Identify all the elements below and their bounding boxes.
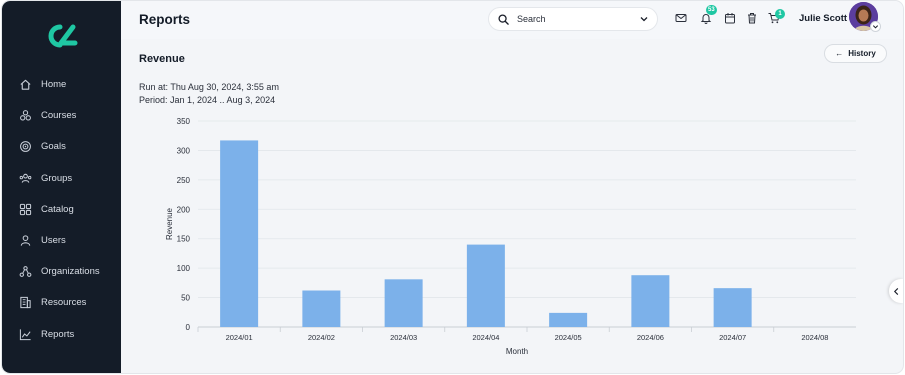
x-tick-label: 2024/07 — [719, 333, 746, 342]
sidebar-item-users[interactable]: Users — [2, 225, 121, 256]
app-window: Home Courses Goals Groups Catalog Users … — [2, 1, 903, 373]
sidebar-item-catalog[interactable]: Catalog — [2, 194, 121, 225]
x-tick-label: 2024/03 — [390, 333, 417, 342]
sidebar: Home Courses Goals Groups Catalog Users … — [2, 1, 121, 373]
grid-icon — [19, 203, 32, 216]
search-icon — [498, 13, 509, 25]
y-tick-label: 150 — [177, 235, 191, 244]
y-tick-label: 100 — [177, 264, 191, 273]
y-tick-label: 300 — [177, 146, 191, 155]
chart-bar — [713, 288, 752, 327]
sidebar-item-organizations[interactable]: Organizations — [2, 256, 121, 287]
x-tick-label: 2024/02 — [308, 333, 335, 342]
sidebar-nav: Home Courses Goals Groups Catalog Users … — [2, 69, 121, 350]
x-tick-label: 2024/06 — [637, 333, 664, 342]
y-tick-label: 200 — [177, 205, 191, 214]
history-button[interactable]: ← History — [824, 44, 887, 63]
arrow-left-icon: ← — [835, 49, 844, 58]
search-input[interactable] — [517, 14, 627, 24]
users-group-icon — [19, 172, 32, 185]
x-axis-label: Month — [506, 347, 528, 356]
revenue-bar-chart: 0 50 100 150 200 250 300 350 2024/01 2024/02 2024/… — [165, 117, 856, 356]
cart-badge: 1 — [775, 9, 785, 19]
courses-icon — [19, 109, 32, 122]
chevron-down-icon[interactable] — [639, 14, 649, 24]
y-tick-label: 250 — [177, 176, 191, 185]
sidebar-item-label: Groups — [41, 172, 73, 184]
brand-logo[interactable] — [45, 23, 79, 49]
chevron-left-icon — [893, 287, 898, 295]
x-tick-label: 2024/01 — [226, 333, 253, 342]
notifications-badge: 53 — [706, 5, 717, 15]
org-icon — [19, 265, 32, 278]
chart-bar — [384, 279, 423, 327]
period-text: Period: Jan 1, 2024 .. Aug 3, 2024 — [139, 95, 276, 105]
report-title: Revenue — [139, 53, 185, 65]
mail-icon[interactable] — [675, 12, 687, 24]
panel-collapse-toggle[interactable] — [889, 279, 903, 303]
chart-bar — [302, 290, 341, 327]
y-tick-label: 350 — [177, 117, 191, 126]
page-title: Reports — [139, 12, 191, 27]
chevron-down-icon[interactable] — [870, 21, 881, 32]
history-button-label: History — [848, 49, 876, 58]
chart-line-icon — [19, 328, 32, 341]
home-icon — [19, 78, 32, 91]
sidebar-item-reports[interactable]: Reports — [2, 319, 121, 350]
building-icon — [19, 296, 32, 309]
sidebar-item-label: Reports — [41, 328, 75, 340]
y-tick-label: 50 — [181, 294, 190, 303]
x-tick-label: 2024/08 — [801, 333, 828, 342]
top-header: Reports 53 1 Julie Scott — [121, 1, 903, 39]
sidebar-item-label: Goals — [41, 141, 66, 153]
chart-bar — [220, 140, 259, 327]
sidebar-item-home[interactable]: Home — [2, 69, 121, 100]
user-icon — [19, 234, 32, 247]
sidebar-item-label: Home — [41, 79, 67, 91]
report-content: Revenue ← History Run at: Thu Aug 30, 20… — [121, 39, 903, 373]
chart-bar — [549, 312, 588, 327]
sidebar-item-courses[interactable]: Courses — [2, 100, 121, 131]
sidebar-item-goals[interactable]: Goals — [2, 131, 121, 162]
run-at-text: Run at: Thu Aug 30, 2024, 3:55 am — [139, 82, 279, 92]
calendar-icon[interactable] — [724, 12, 736, 24]
sidebar-item-label: Courses — [41, 110, 77, 122]
x-tick-label: 2024/04 — [472, 333, 499, 342]
user-name[interactable]: Julie Scott — [799, 13, 847, 24]
y-tick-label: 0 — [186, 323, 191, 332]
search-box[interactable] — [488, 7, 658, 31]
sidebar-item-groups[interactable]: Groups — [2, 163, 121, 194]
x-tick-label: 2024/05 — [555, 333, 582, 342]
target-icon — [19, 140, 32, 153]
sidebar-item-label: Organizations — [41, 266, 100, 278]
sidebar-item-label: Resources — [41, 297, 87, 309]
sidebar-item-resources[interactable]: Resources — [2, 287, 121, 318]
chart-bar — [466, 244, 505, 327]
y-axis-label: Revenue — [165, 207, 174, 240]
trash-icon[interactable] — [746, 12, 758, 24]
sidebar-item-label: Catalog — [41, 203, 74, 215]
chart-bar — [631, 275, 670, 327]
sidebar-item-label: Users — [41, 235, 66, 247]
